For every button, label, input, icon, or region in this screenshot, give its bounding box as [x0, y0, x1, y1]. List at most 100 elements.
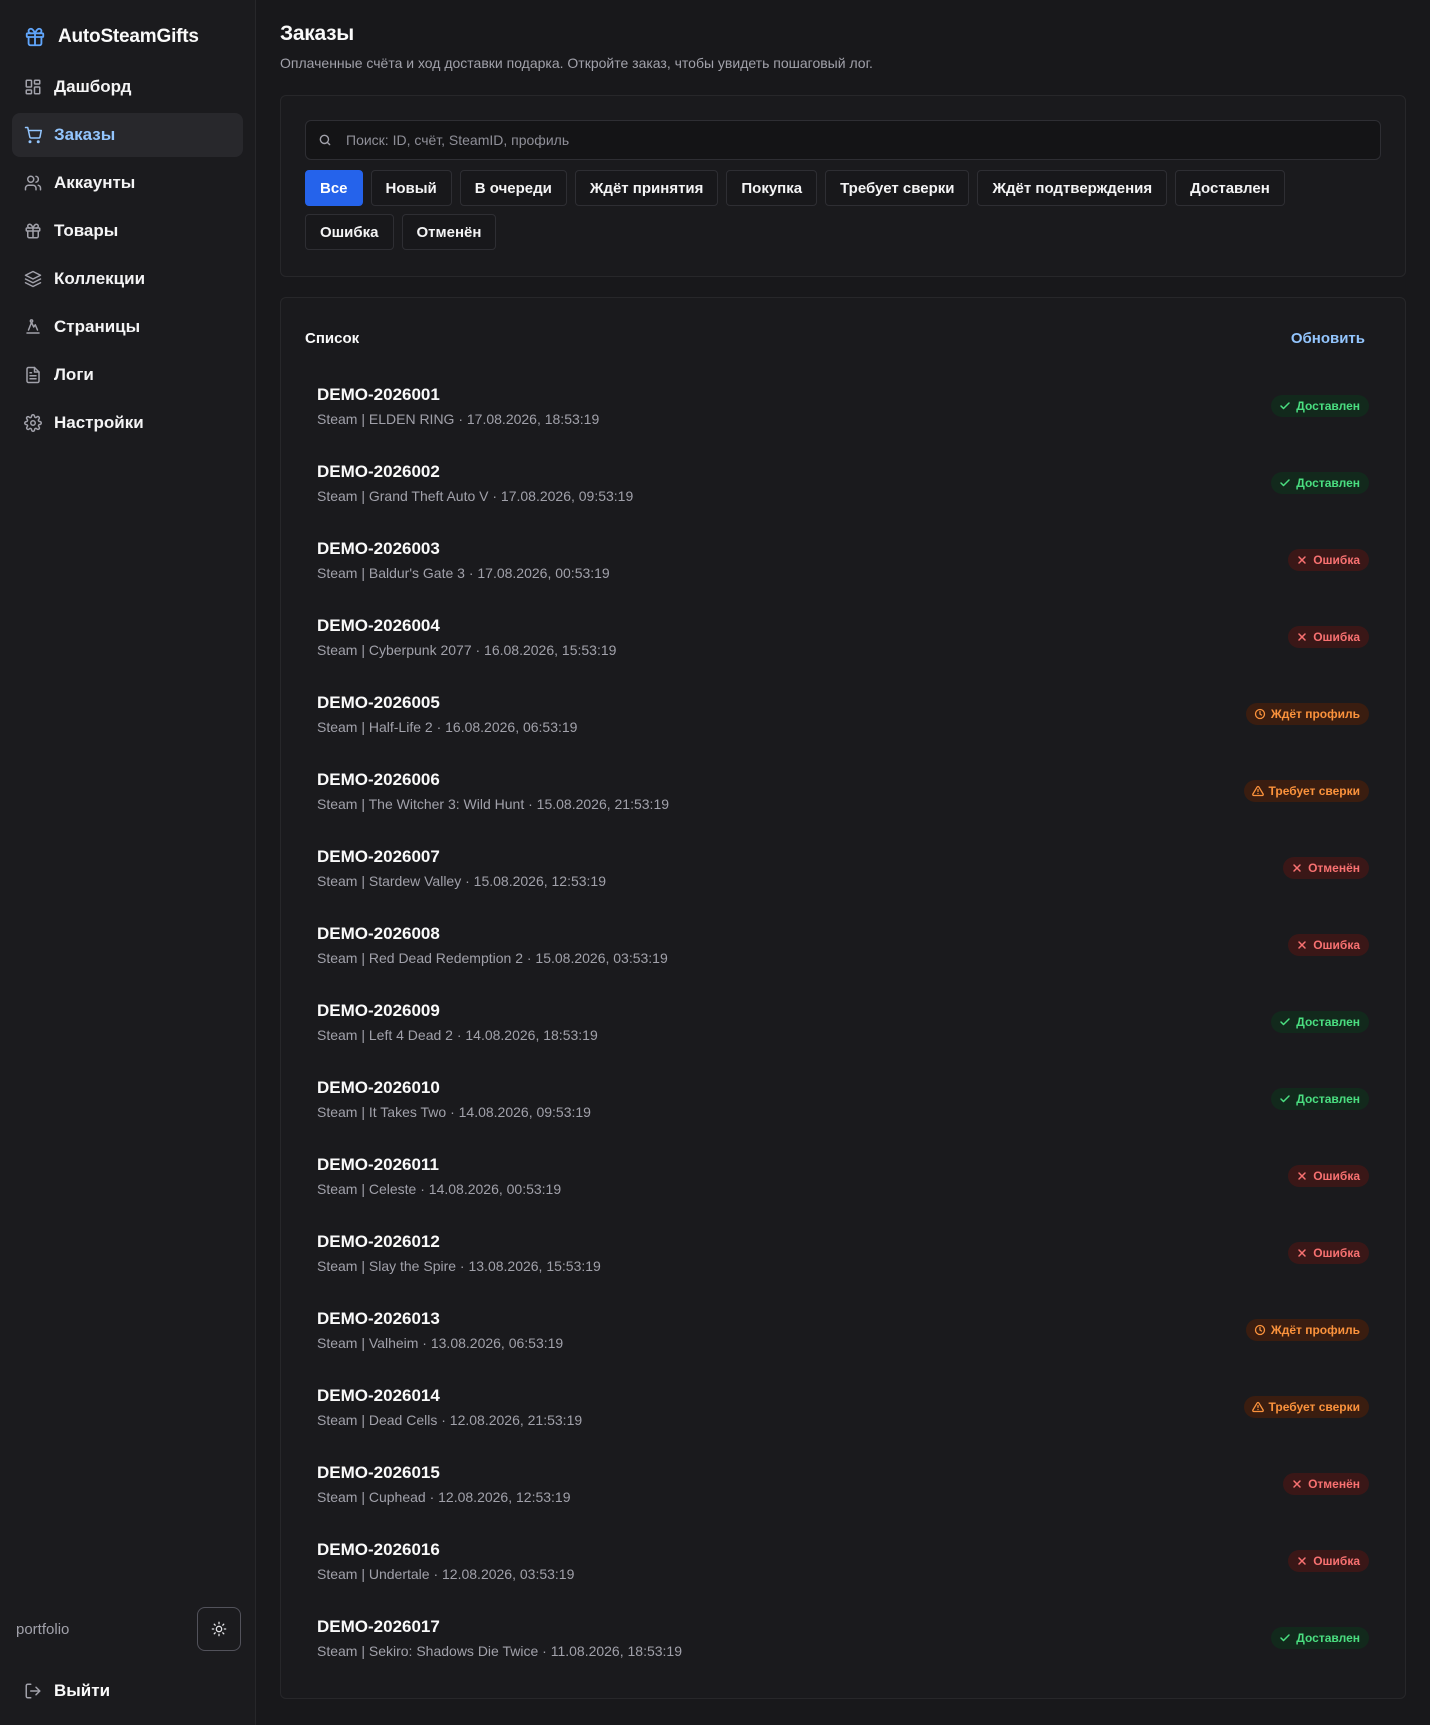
filter-chip[interactable]: Требует сверки	[825, 170, 970, 206]
sidebar-item-label: Дашборд	[54, 77, 132, 96]
sidebar-item-logs[interactable]: Логи	[12, 353, 243, 397]
status-label: Требует сверки	[1268, 1399, 1361, 1414]
filter-chip[interactable]: Доставлен	[1175, 170, 1285, 206]
sidebar-item-label: Товары	[54, 221, 119, 240]
order-row[interactable]: DEMO-2026017 Steam | Sekiro: Shadows Die …	[305, 1599, 1381, 1676]
sidebar-item-label: Логи	[54, 365, 94, 384]
status-label: Отменён	[1308, 860, 1360, 875]
search-bar	[305, 120, 1381, 160]
order-id: DEMO-2026007	[317, 846, 440, 866]
theme-toggle-button[interactable]	[197, 1607, 241, 1651]
check-icon	[1279, 477, 1291, 489]
order-row[interactable]: DEMO-2026014 Steam | Dead Cells · 12.08.2…	[305, 1368, 1381, 1445]
sidebar-item-orders[interactable]: Заказы	[12, 113, 243, 157]
main-content: Заказы Оплаченные счёта и ход доставки п…	[256, 0, 1430, 1725]
order-row[interactable]: DEMO-2026010 Steam | It Takes Two · 14.08…	[305, 1060, 1381, 1137]
gift-icon	[24, 222, 42, 240]
logout-button[interactable]: Выйти	[0, 1669, 255, 1713]
sidebar-item-pages[interactable]: Страницы	[12, 305, 243, 349]
filter-chip[interactable]: В очереди	[459, 170, 567, 206]
status-label: Требует сверки	[1268, 783, 1361, 798]
page-subtitle: Оплаченные счёта и ход доставки подарка.…	[280, 55, 873, 71]
status-badge: Ошибка	[1288, 1549, 1369, 1572]
status-label: Ошибка	[1313, 1168, 1360, 1183]
order-id: DEMO-2026005	[317, 692, 440, 712]
order-id: DEMO-2026011	[317, 1154, 439, 1174]
sidebar-nav: Дашборд Заказы Аккаунты Товары Коллекции Стра…	[0, 65, 255, 445]
order-row[interactable]: DEMO-2026008 Steam | Red Dead Redemption …	[305, 906, 1381, 983]
order-row[interactable]: DEMO-2026003 Steam | Baldur's Gate 3 · 17…	[305, 521, 1381, 598]
order-row[interactable]: DEMO-2026006 Steam | The Witcher 3: Wild …	[305, 752, 1381, 829]
sidebar-item-dashboard[interactable]: Дашборд	[12, 65, 243, 109]
order-row[interactable]: DEMO-2026016 Steam | Undertale · 12.08.20…	[305, 1522, 1381, 1599]
order-meta: Steam | Celeste · 14.08.2026, 00:53:19	[317, 1180, 562, 1197]
status-label: Доставлен	[1296, 475, 1360, 490]
status-label: Доставлен	[1296, 1091, 1360, 1106]
status-badge: Отменён	[1283, 856, 1369, 879]
orders-list: DEMO-2026001 Steam | ELDEN RING · 17.08.2…	[305, 367, 1381, 1676]
status-label: Доставлен	[1296, 1630, 1360, 1645]
order-row[interactable]: DEMO-2026004 Steam | Cyberpunk 2077 · 16.…	[305, 598, 1381, 675]
status-badge: Доставлен	[1271, 1626, 1369, 1649]
sidebar-footer: portfolio Выйти	[0, 1607, 255, 1725]
list-title: Список	[305, 329, 360, 347]
order-info: DEMO-2026014 Steam | Dead Cells · 12.08.2…	[317, 1386, 582, 1428]
order-row[interactable]: DEMO-2026009 Steam | Left 4 Dead 2 · 14.0…	[305, 983, 1381, 1060]
status-badge: Ждёт профиль	[1245, 1318, 1369, 1341]
sidebar-item-label: Настройки	[54, 413, 144, 432]
filter-chip[interactable]: Покупка	[726, 170, 818, 206]
warning-icon	[1251, 1401, 1264, 1413]
sidebar-item-label: Страницы	[54, 317, 141, 336]
layers-icon	[24, 270, 42, 288]
status-badge: Ошибка	[1288, 548, 1369, 571]
sun-icon	[211, 1621, 227, 1637]
status-label: Доставлен	[1296, 1014, 1360, 1029]
order-id: DEMO-2026009	[317, 1000, 440, 1020]
search-icon	[318, 133, 332, 147]
sidebar-item-products[interactable]: Товары	[12, 209, 243, 253]
users-icon	[24, 174, 42, 192]
status-badge: Ошибка	[1288, 625, 1369, 648]
order-meta: Steam | The Witcher 3: Wild Hunt · 15.08…	[317, 795, 670, 812]
order-meta: Steam | It Takes Two · 14.08.2026, 09:53…	[317, 1103, 591, 1120]
order-meta: Steam | Red Dead Redemption 2 · 15.08.20…	[317, 949, 668, 966]
order-row[interactable]: DEMO-2026011 Steam | Celeste · 14.08.2026…	[305, 1137, 1381, 1214]
status-badge: Доставлен	[1271, 394, 1369, 417]
dashboard-icon	[24, 78, 42, 96]
order-info: DEMO-2026007 Steam | Stardew Valley · 15.…	[317, 847, 606, 889]
order-meta: Steam | Stardew Valley · 15.08.2026, 12:…	[317, 872, 607, 889]
filter-chip[interactable]: Отменён	[401, 214, 497, 250]
order-info: DEMO-2026016 Steam | Undertale · 12.08.20…	[317, 1540, 574, 1582]
order-info: DEMO-2026008 Steam | Red Dead Redemption …	[317, 924, 668, 966]
x-icon	[1296, 554, 1308, 566]
order-id: DEMO-2026016	[317, 1539, 440, 1559]
brand[interactable]: AutoSteamGifts	[24, 18, 255, 56]
refresh-button[interactable]: Обновить	[1291, 330, 1365, 347]
sidebar-item-settings[interactable]: Настройки	[12, 401, 243, 445]
search-input[interactable]	[346, 132, 1368, 148]
app-name: AutoSteamGifts	[58, 26, 199, 47]
order-id: DEMO-2026002	[317, 461, 440, 481]
order-row[interactable]: DEMO-2026015 Steam | Cuphead · 12.08.2026…	[305, 1445, 1381, 1522]
sidebar-item-accounts[interactable]: Аккаунты	[12, 161, 243, 205]
filter-chip[interactable]: Все	[305, 170, 363, 206]
order-id: DEMO-2026004	[317, 615, 440, 635]
filter-chip[interactable]: Ошибка	[305, 214, 394, 250]
filter-chip[interactable]: Ждёт подтверждения	[977, 170, 1168, 206]
order-row[interactable]: DEMO-2026013 Steam | Valheim · 13.08.2026…	[305, 1291, 1381, 1368]
order-row[interactable]: DEMO-2026012 Steam | Slay the Spire · 13.…	[305, 1214, 1381, 1291]
order-info: DEMO-2026009 Steam | Left 4 Dead 2 · 14.0…	[317, 1001, 598, 1043]
order-row[interactable]: DEMO-2026002 Steam | Grand Theft Auto V ·…	[305, 444, 1381, 521]
filter-chip[interactable]: Новый	[370, 170, 452, 206]
order-row[interactable]: DEMO-2026007 Steam | Stardew Valley · 15.…	[305, 829, 1381, 906]
app: AutoSteamGifts Дашборд Заказы Аккаунты Това…	[0, 0, 1430, 1725]
status-badge: Доставлен	[1271, 471, 1369, 494]
order-row[interactable]: DEMO-2026001 Steam | ELDEN RING · 17.08.2…	[305, 367, 1381, 444]
order-row[interactable]: DEMO-2026005 Steam | Half-Life 2 · 16.08.…	[305, 675, 1381, 752]
sidebar-item-collections[interactable]: Коллекции	[12, 257, 243, 301]
filter-chip[interactable]: Ждёт принятия	[574, 170, 719, 206]
status-badge: Ошибка	[1288, 933, 1369, 956]
order-info: DEMO-2026011 Steam | Celeste · 14.08.2026…	[317, 1155, 561, 1197]
order-info: DEMO-2026001 Steam | ELDEN RING · 17.08.2…	[317, 385, 599, 427]
order-meta: Steam | Valheim · 13.08.2026, 06:53:19	[317, 1334, 564, 1351]
